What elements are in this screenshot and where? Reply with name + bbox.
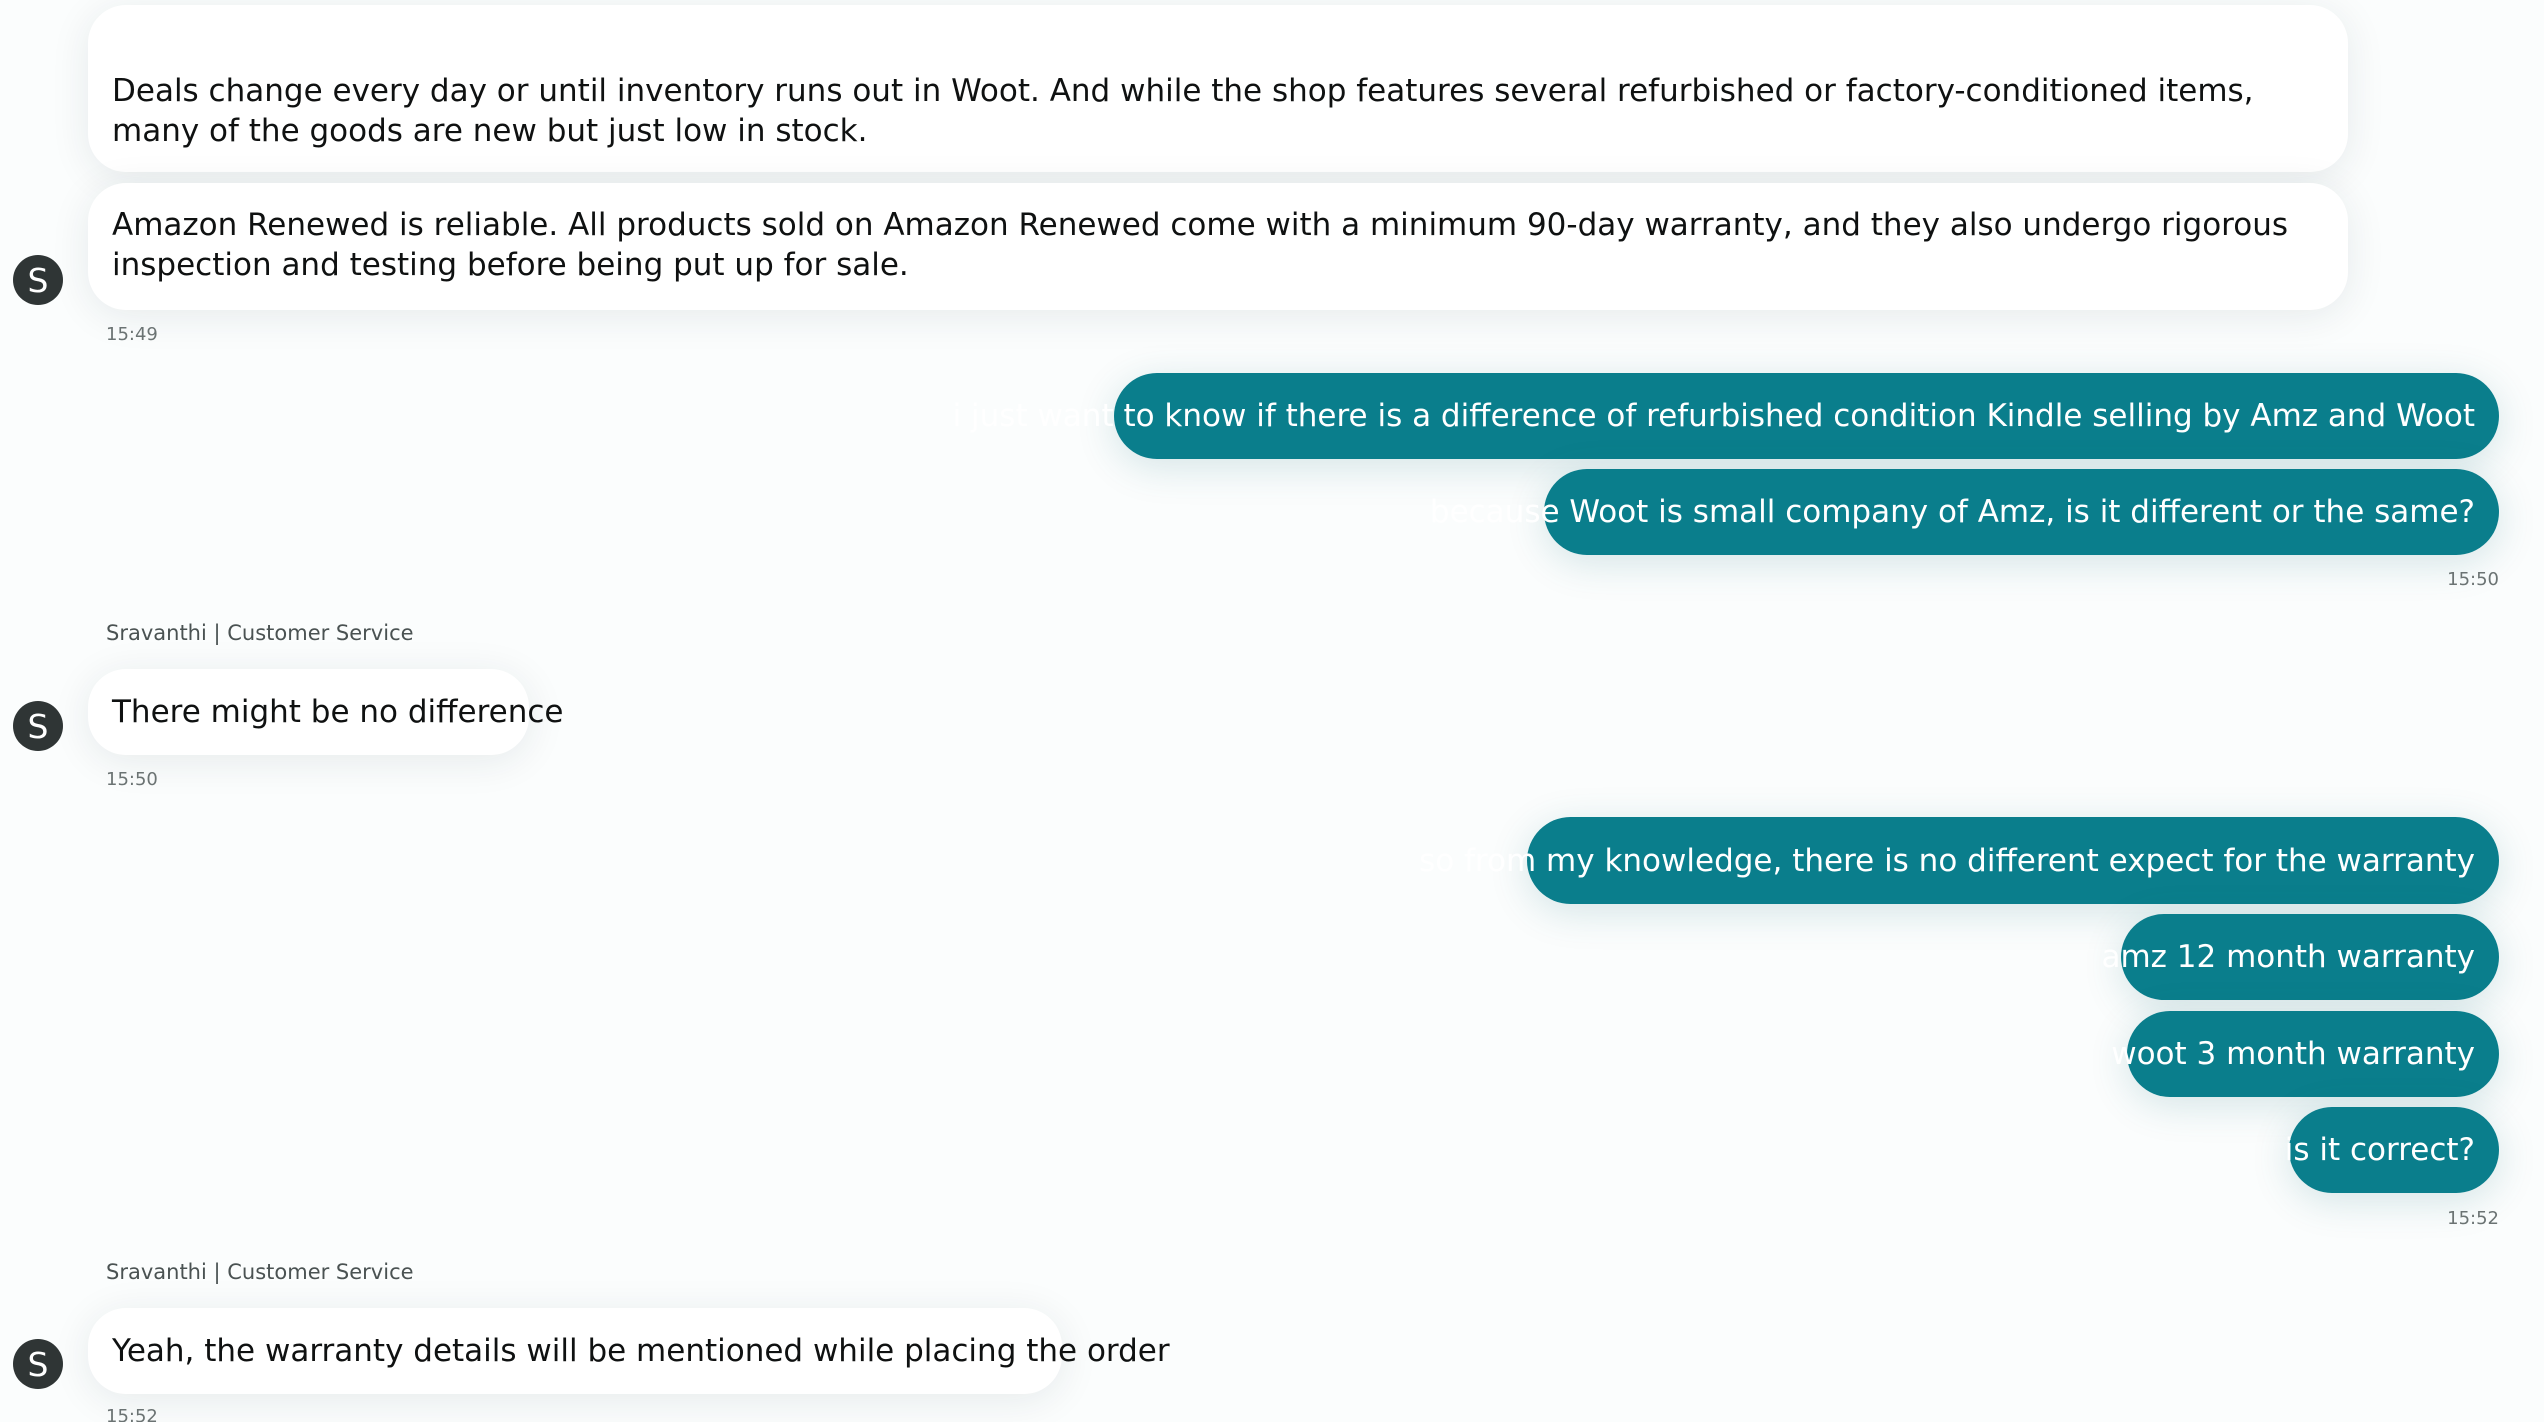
message-timestamp: 15:49 [106,324,158,345]
agent-avatar: S [13,255,63,305]
user-message: so from my knowledge, there is no differ… [1419,817,2499,904]
message-timestamp: 15:50 [106,769,158,790]
sender-name: Sravanthi | Customer Service [106,1260,414,1284]
agent-message: Yeah, the warranty details will be menti… [88,1308,1170,1394]
user-message-text: is it correct? [2284,1132,2475,1168]
agent-avatar: S [13,1339,63,1389]
user-message-text: so from my knowledge, there is no differ… [1419,842,2475,879]
message-timestamp: 15:50 [2447,569,2499,590]
user-message: woot 3 month warranty [2111,1011,2499,1097]
user-message: i just want to know if there is a differ… [953,373,2499,459]
sender-name: Sravanthi | Customer Service [106,621,414,645]
user-message-text: i just want to know if there is a differ… [952,398,2475,434]
user-message: amz 12 month warranty [2101,914,2499,1000]
agent-avatar: S [13,701,63,751]
message-timestamp: 15:52 [2447,1208,2499,1229]
chat-transcript: Deals change every day or until inventor… [0,0,2544,1422]
agent-message-text: Yeah, the warranty details will be menti… [112,1333,1170,1369]
user-message-text: woot 3 month warranty [2111,1036,2475,1072]
agent-message: Amazon Renewed is reliable. All products… [88,183,2348,310]
agent-message-text: There might be no difference [112,694,564,730]
agent-message-text: Amazon Renewed is reliable. All products… [112,207,2289,283]
user-message: is it correct? [2285,1107,2499,1193]
user-message: because Woot is small company of Amz, is… [1430,469,2499,555]
user-message-text: amz 12 month warranty [2101,939,2475,975]
agent-message-text: Deals change every day or until inventor… [112,73,2254,149]
message-timestamp: 15:52 [106,1406,158,1422]
agent-message: There might be no difference [88,669,563,755]
agent-message: Deals change every day or until inventor… [88,5,2348,172]
user-message-text: because Woot is small company of Amz, is… [1429,494,2475,530]
